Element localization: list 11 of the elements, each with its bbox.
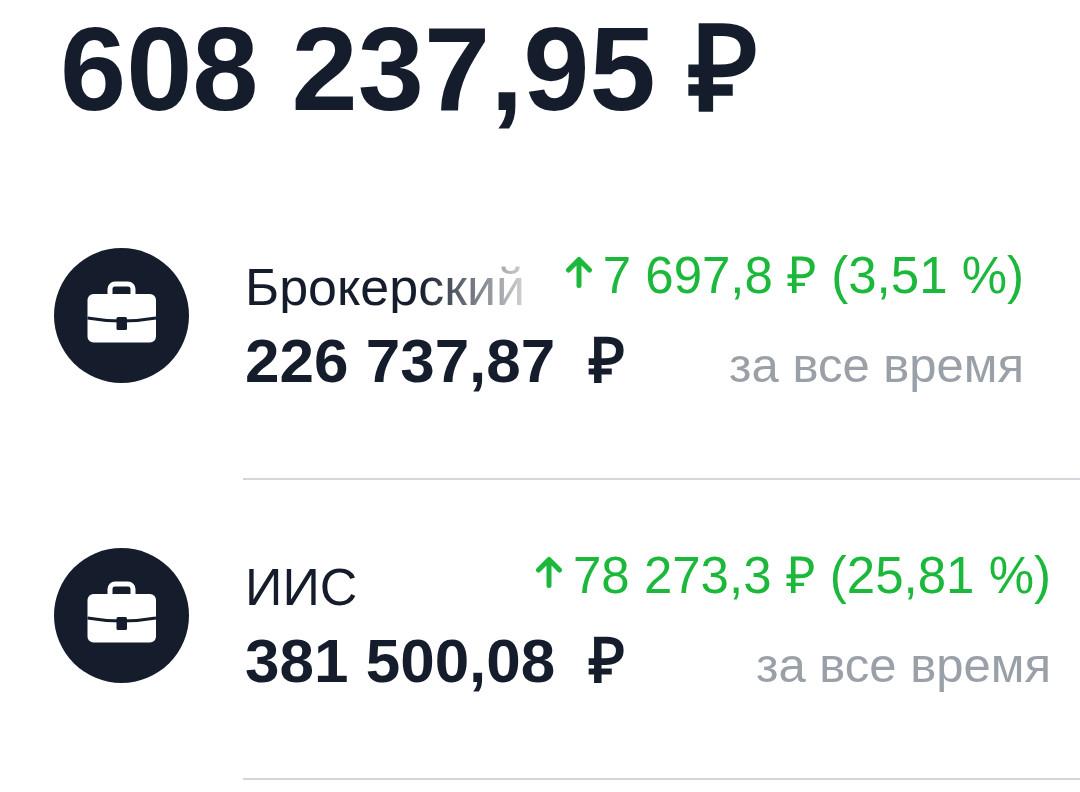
account-balance: 381 500,08 — [245, 630, 556, 692]
briefcase-icon — [54, 248, 189, 383]
currency-sign: ₽ — [589, 630, 626, 692]
period-label: за все время — [729, 341, 1024, 390]
account-name: ИИС — [245, 561, 358, 613]
total-balance: 608 237,95 ₽ — [60, 9, 758, 128]
briefcase-icon — [54, 548, 189, 683]
account-name: Брокерский — [245, 261, 525, 313]
account-balance: 226 737,87 — [245, 330, 556, 392]
currency-sign: ₽ — [589, 330, 626, 392]
period-label: за все время — [756, 641, 1051, 690]
